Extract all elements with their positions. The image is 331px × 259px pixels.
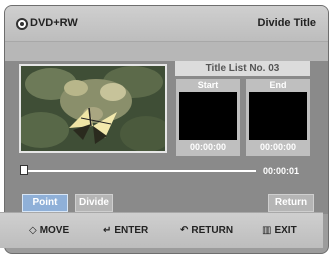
timeline-bar[interactable] — [20, 170, 256, 172]
subheader-bar — [5, 42, 328, 61]
enter-label: ENTER — [114, 225, 149, 236]
timeline-marker[interactable] — [20, 165, 28, 175]
exit-hint: ▥ EXIT — [262, 225, 297, 236]
start-label: Start — [197, 80, 219, 90]
timeline-time: 00:00:01 — [263, 166, 300, 176]
start-frame: Start 00:00:00 — [176, 79, 240, 156]
end-label: End — [269, 80, 287, 90]
enter-hint: ↵ ENTER — [103, 225, 148, 236]
disc-icon — [16, 18, 28, 30]
exit-label: EXIT — [274, 225, 297, 236]
disc-type-label: DVD+RW — [30, 17, 78, 29]
move-label: MOVE — [39, 225, 70, 236]
four-way-arrow-icon: ◇ — [29, 225, 37, 236]
page-title: Divide Title — [257, 17, 316, 29]
enter-icon: ↵ — [103, 225, 112, 236]
point-button[interactable]: Point — [22, 194, 68, 212]
header-bar: DVD+RW Divide Title — [5, 6, 328, 42]
end-time: 00:00:00 — [259, 142, 297, 152]
return-hint: ↶ RETURN — [180, 225, 233, 236]
divide-button[interactable]: Divide — [75, 194, 113, 212]
move-hint: ◇ MOVE — [29, 225, 69, 236]
video-preview — [19, 64, 167, 153]
end-thumbnail — [249, 92, 307, 140]
return-label: RETURN — [191, 225, 234, 236]
exit-icon: ▥ — [262, 225, 272, 236]
start-thumbnail — [179, 92, 237, 140]
end-frame: End 00:00:00 — [246, 79, 310, 156]
title-list-label: Title List No. 03 — [175, 61, 310, 76]
return-button[interactable]: Return — [268, 194, 314, 212]
butterfly-image — [21, 66, 165, 151]
return-icon: ↶ — [180, 225, 189, 236]
footer-bar: ◇ MOVE ↵ ENTER ↶ RETURN ▥ EXIT — [0, 212, 323, 248]
start-time: 00:00:00 — [189, 142, 227, 152]
